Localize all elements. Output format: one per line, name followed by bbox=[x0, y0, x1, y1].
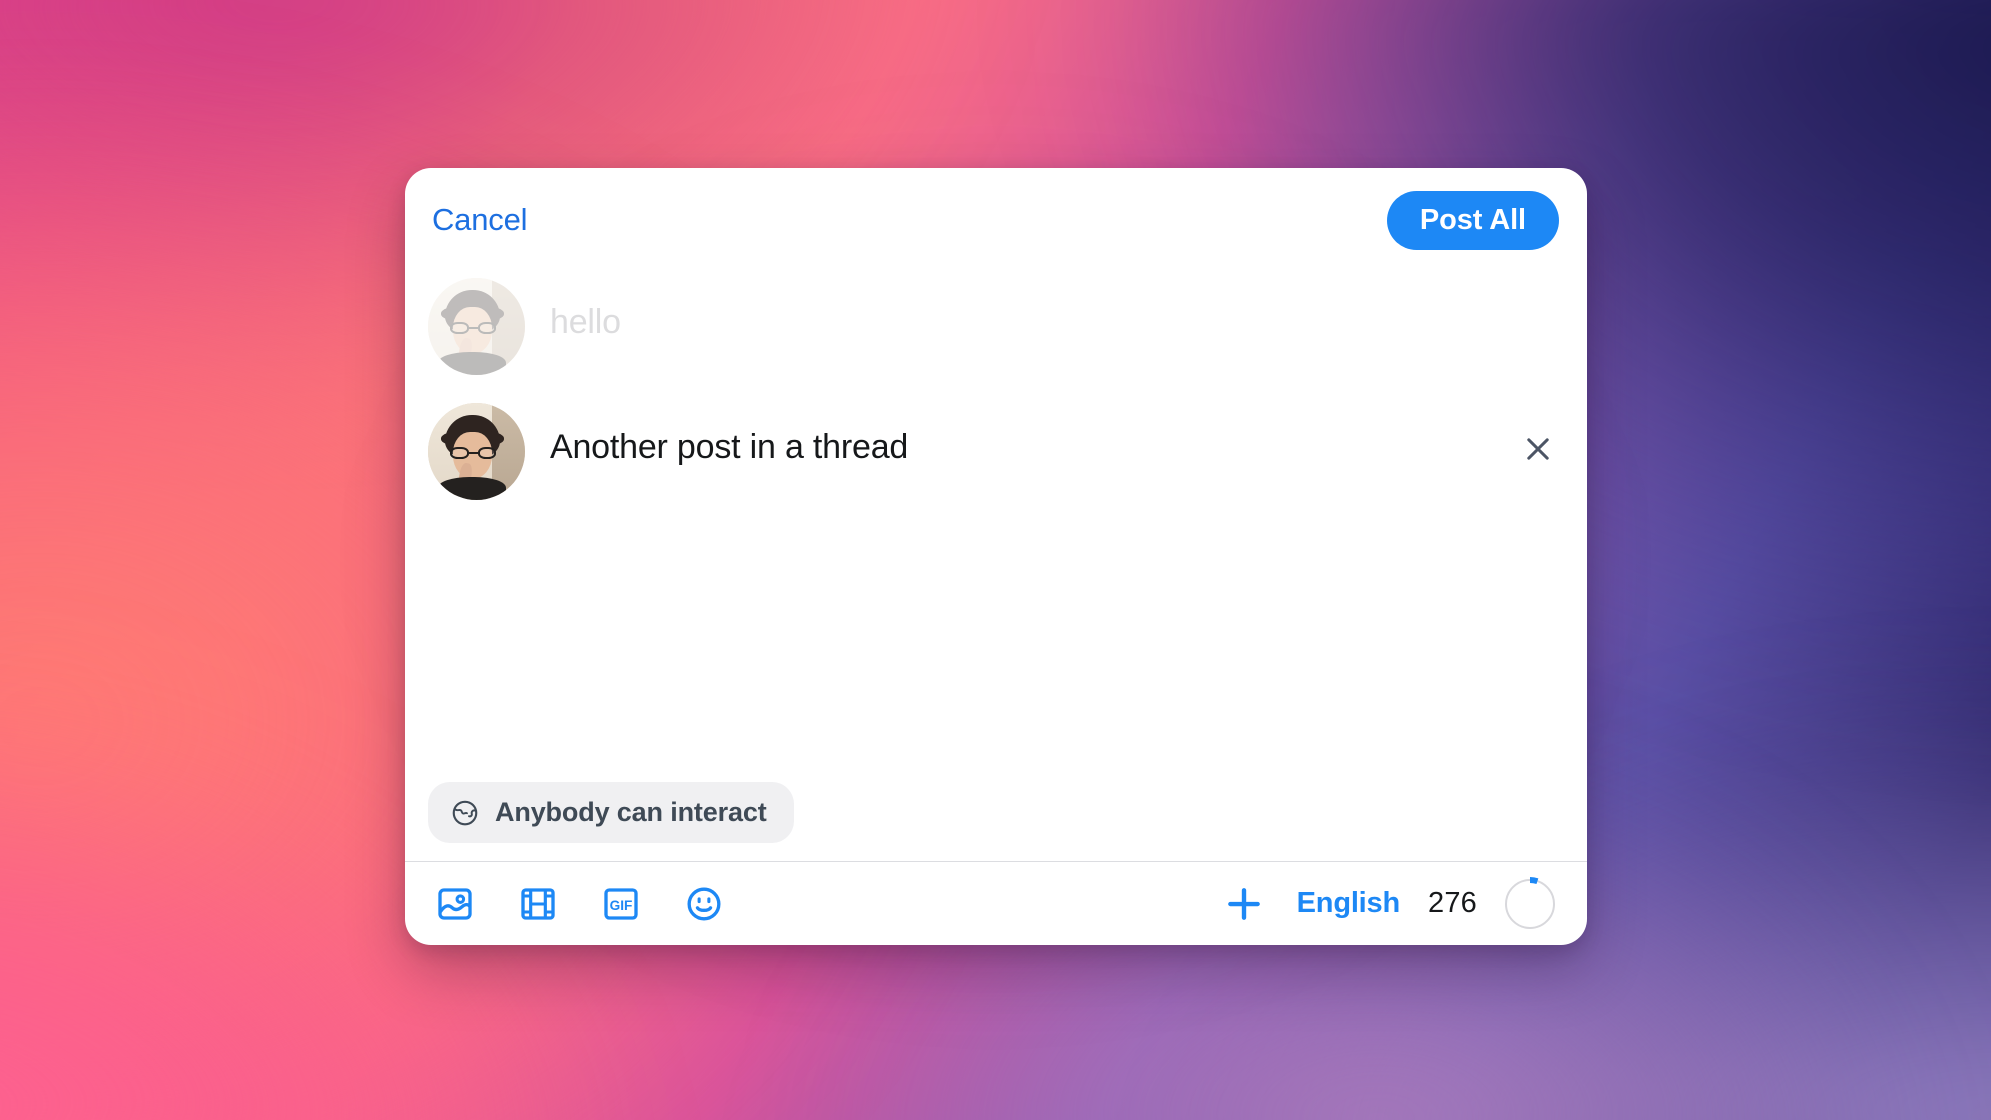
close-icon bbox=[1527, 438, 1549, 460]
character-count: 276 bbox=[1428, 887, 1477, 919]
post-row[interactable]: hello bbox=[428, 272, 1559, 375]
media-gif-button[interactable]: GIF bbox=[597, 880, 645, 928]
film-strip-icon bbox=[521, 887, 555, 920]
add-post-button[interactable] bbox=[1219, 879, 1269, 929]
user-avatar bbox=[428, 403, 525, 500]
post-text-content[interactable]: Another post in a thread bbox=[550, 403, 1492, 469]
audience-zone: Anybody can interact bbox=[405, 782, 1587, 861]
composer-header: Cancel Post All bbox=[405, 168, 1587, 272]
user-avatar bbox=[428, 278, 525, 375]
gif-icon: GIF bbox=[604, 887, 638, 920]
globe-icon bbox=[452, 800, 478, 825]
emoji-smiley-icon bbox=[687, 887, 721, 920]
progress-ring-track bbox=[1505, 878, 1555, 929]
svg-text:GIF: GIF bbox=[610, 898, 633, 913]
toolbar-media-tools: GIF bbox=[431, 880, 728, 928]
posts-list: hello Another post in a thread bbox=[405, 272, 1587, 782]
post-text-placeholder[interactable]: hello bbox=[550, 278, 1559, 344]
media-video-button[interactable] bbox=[514, 880, 562, 928]
composer-toolbar: GIF English 276 bbox=[405, 861, 1587, 945]
post-all-button[interactable]: Post All bbox=[1386, 190, 1559, 250]
audience-label: Anybody can interact bbox=[495, 797, 767, 827]
character-progress-ring[interactable] bbox=[1503, 876, 1557, 931]
media-image-button[interactable] bbox=[431, 880, 479, 928]
progress-ring-svg bbox=[1503, 876, 1557, 931]
plus-icon bbox=[1227, 887, 1260, 920]
post-row[interactable]: Another post in a thread bbox=[428, 397, 1559, 500]
thread-composer-modal: Cancel Post All hello Another post in a … bbox=[405, 168, 1587, 945]
image-icon bbox=[438, 887, 472, 920]
language-selector-button[interactable]: English bbox=[1295, 883, 1402, 924]
cancel-button[interactable]: Cancel bbox=[428, 196, 531, 244]
audience-selector-button[interactable]: Anybody can interact bbox=[428, 782, 794, 843]
toolbar-status-group: English 276 bbox=[1219, 876, 1557, 931]
remove-post-button[interactable] bbox=[1517, 428, 1559, 470]
emoji-button[interactable] bbox=[680, 880, 728, 928]
